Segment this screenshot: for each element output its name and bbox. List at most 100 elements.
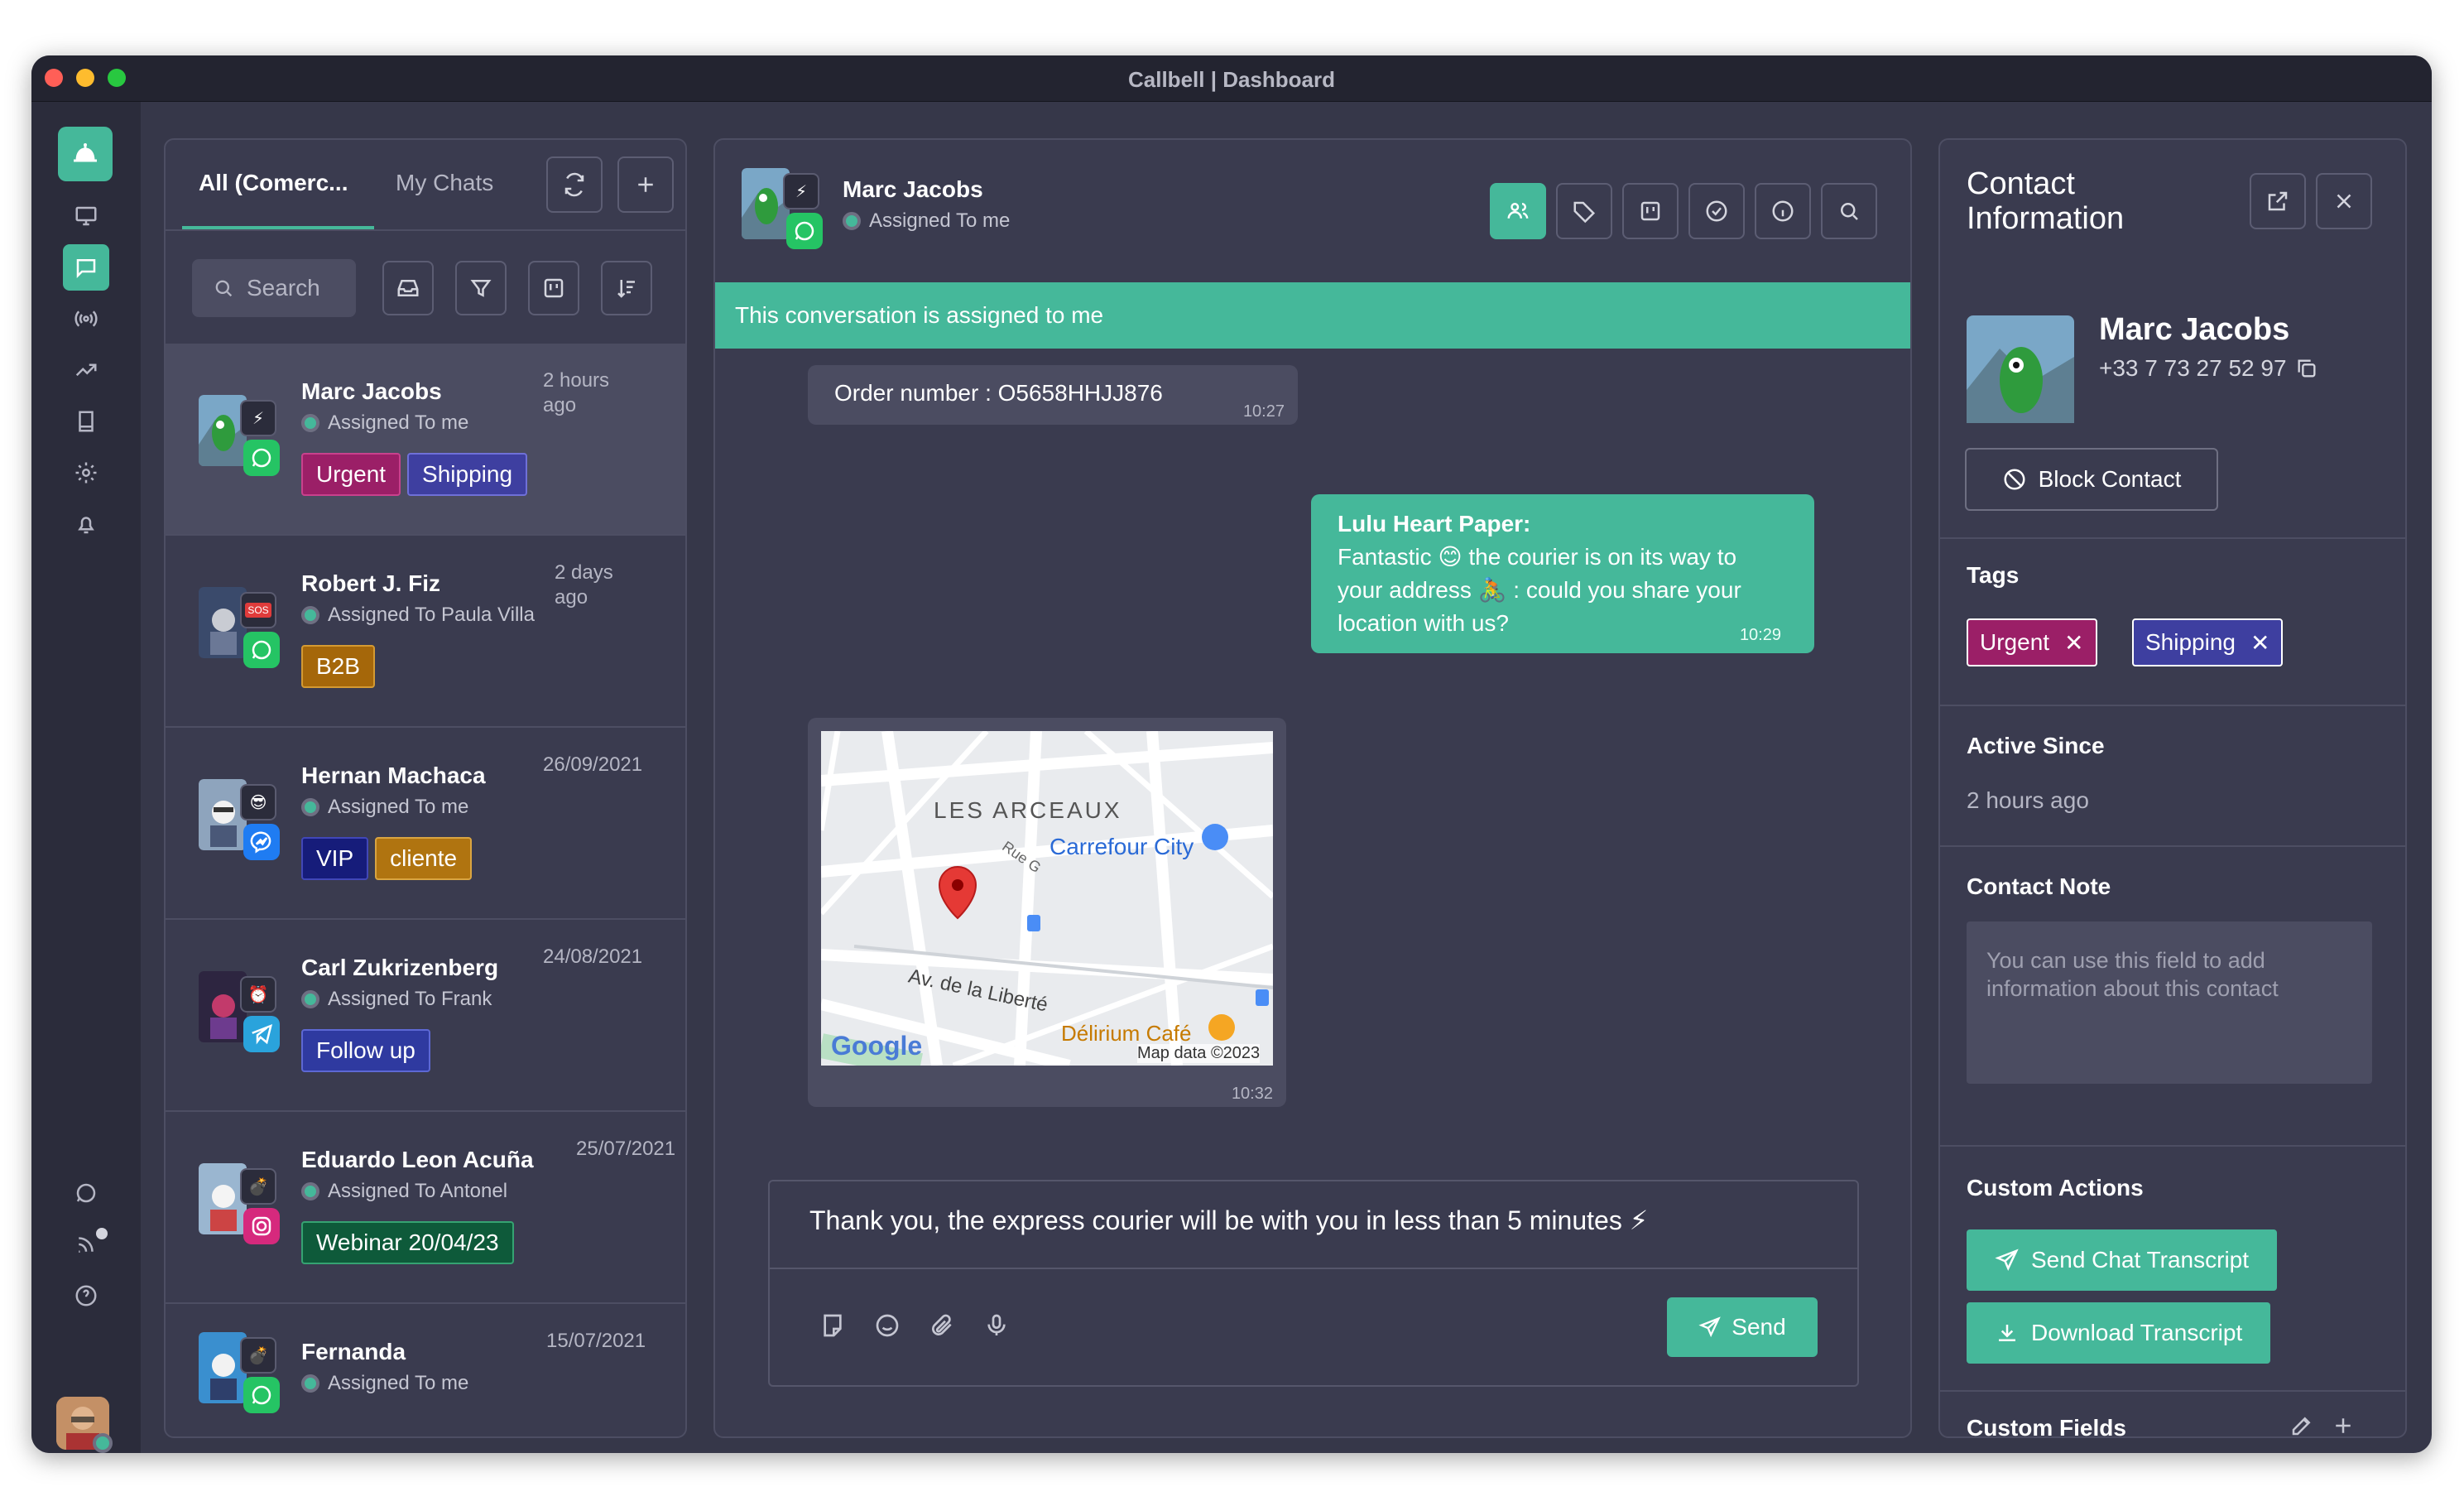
board-view-button[interactable] <box>528 261 579 315</box>
divider <box>1940 537 2405 539</box>
timestamp: 25/07/2021 <box>576 1138 676 1160</box>
message-author: Lulu Heart Paper: <box>1338 511 1531 536</box>
user-avatar[interactable] <box>56 1397 113 1453</box>
edit-icon[interactable] <box>2289 1413 2314 1436</box>
bolt-icon: ⚡ <box>240 400 276 436</box>
tag-icon <box>1573 201 1596 224</box>
tab-my-chats[interactable]: My Chats <box>396 170 493 196</box>
search-input[interactable]: Search <box>192 259 356 317</box>
list-item[interactable]: 😎 Hernan Machaca Assigned To me 26/09/20… <box>166 728 685 920</box>
book-icon[interactable] <box>63 398 109 445</box>
send-chat-transcript-button[interactable]: Send Chat Transcript <box>1967 1229 2278 1291</box>
search-icon <box>1841 203 1858 220</box>
copy-icon[interactable] <box>2295 357 2318 380</box>
message-input[interactable]: Thank you, the express courier will be w… <box>809 1205 1648 1236</box>
contact-note-field[interactable]: You can use this field to add informatio… <box>1967 921 2372 1084</box>
new-chat-button[interactable] <box>617 156 674 213</box>
assignment: Assigned To Antonella <box>301 1180 508 1203</box>
whatsapp-icon <box>243 632 280 668</box>
send-button[interactable]: Send <box>1667 1297 1818 1357</box>
message-line: Fantastic 😊 the courier is on its way to <box>1338 544 1737 570</box>
map-credit: Map data ©2023 <box>1137 1044 1261 1063</box>
tag-badge: Urgent <box>301 453 401 496</box>
block-contact-button[interactable]: Block Contact <box>1965 448 2218 511</box>
note-icon[interactable] <box>819 1312 846 1339</box>
status-dot <box>301 1182 319 1200</box>
section-title: Active Since <box>1967 733 2105 758</box>
sunglasses-emoji-icon: 😎 <box>240 784 276 820</box>
status-dot <box>843 212 861 230</box>
list-item[interactable]: SOS Robert J. Fiz Assigned To Paula Vill… <box>166 536 685 728</box>
timestamp: 2 hours ago <box>543 369 610 416</box>
location-message[interactable]: LES ARCEAUX Carrefour City Rue G Av. de … <box>808 718 1286 1107</box>
list-item[interactable]: ⚡ Marc Jacobs Assigned To me 2 hours ago… <box>166 344 685 536</box>
message-composer[interactable]: Thank you, the express courier will be w… <box>768 1180 1859 1387</box>
info-button[interactable] <box>1755 183 1811 239</box>
sort-icon <box>617 280 635 298</box>
emoji-icon[interactable] <box>874 1312 901 1339</box>
bell-logo-icon[interactable] <box>58 127 113 181</box>
app-window: Callbell | Dashboard All (Comerc... My C… <box>31 55 2432 1453</box>
bomb-icon: 💣 <box>240 1168 276 1205</box>
refresh-icon <box>564 172 584 197</box>
inbox-filter-button[interactable] <box>382 261 434 315</box>
open-external-button[interactable] <box>2250 173 2306 229</box>
divider <box>1940 1145 2405 1147</box>
tag-chip: Shipping ✕ <box>2132 618 2284 666</box>
rss-icon[interactable] <box>63 1221 109 1268</box>
chat-icon[interactable] <box>63 244 109 291</box>
tag-chip: Urgent ✕ <box>1967 618 2097 666</box>
search-chat-button[interactable] <box>1821 183 1877 239</box>
help-icon[interactable] <box>63 1273 109 1319</box>
assign-users-button[interactable] <box>1490 183 1546 239</box>
status-dot <box>301 1374 319 1393</box>
whatsapp-icon <box>786 213 823 249</box>
plus-icon[interactable] <box>2331 1413 2356 1436</box>
download-transcript-button[interactable]: Download Transcript <box>1967 1302 2271 1364</box>
bomb-icon: 💣 <box>240 1337 276 1374</box>
broadcast-icon[interactable] <box>63 296 109 342</box>
message-text: Order number : O5658HHJJ876 <box>834 380 1163 406</box>
filter-button[interactable] <box>455 261 507 315</box>
list-item[interactable]: 💣 Eduardo Leon Acuña Assigned To Antonel… <box>166 1112 685 1304</box>
tag-button[interactable] <box>1556 183 1612 239</box>
external-link-icon <box>2268 191 2288 211</box>
refresh-button[interactable] <box>546 156 603 213</box>
bell-icon[interactable] <box>63 501 109 547</box>
map-preview[interactable]: LES ARCEAUX Carrefour City Rue G Av. de … <box>821 731 1273 1066</box>
chat-header: ⚡ Marc Jacobs Assigned To me <box>715 140 1910 282</box>
contact-name: Carl Zukrizenberg <box>301 955 499 980</box>
timestamp: 26/09/2021 <box>543 753 643 776</box>
monitor-icon[interactable] <box>63 193 109 239</box>
contact-info-panel: Contact Information Marc Jacobs +33 7 73… <box>1938 138 2407 1438</box>
contact-name: Hernan Machaca <box>301 763 486 788</box>
window-title: Callbell | Dashboard <box>1128 67 1335 92</box>
resolve-button[interactable] <box>1688 183 1745 239</box>
list-item[interactable]: ⏰ Carl Zukrizenberg Assigned To Frank 24… <box>166 920 685 1112</box>
avatar: 💣 <box>199 1332 286 1420</box>
filter-icon <box>470 280 492 297</box>
microphone-icon[interactable] <box>983 1312 1010 1339</box>
assignment: Assigned To me <box>301 411 550 435</box>
close-panel-button[interactable] <box>2316 173 2372 229</box>
tab-all[interactable]: All (Comerc... <box>199 170 348 196</box>
trend-icon[interactable] <box>63 347 109 393</box>
section-title: Custom Fields <box>1967 1415 2126 1438</box>
block-icon <box>2004 469 2025 490</box>
divider <box>1940 705 2405 706</box>
remove-tag-icon[interactable]: ✕ <box>2250 629 2269 657</box>
whatsapp-icon[interactable] <box>63 1170 109 1216</box>
attachment-icon[interactable] <box>929 1312 955 1339</box>
tag-badge: Webinar 20/04/23 <box>301 1221 514 1264</box>
timestamp: 24/08/2021 <box>543 945 643 968</box>
gear-icon[interactable] <box>63 450 109 496</box>
board-button[interactable] <box>1622 183 1679 239</box>
remove-tag-icon[interactable]: ✕ <box>2064 629 2083 657</box>
kanban-icon <box>1640 201 1660 221</box>
assignment: Assigned To me <box>301 1372 550 1395</box>
section-title: Custom Actions <box>1967 1175 2144 1200</box>
tag-badge: VIP <box>301 837 369 880</box>
list-item[interactable]: 💣 Fernanda Assigned To me 15/07/2021 <box>166 1304 685 1436</box>
sort-button[interactable] <box>601 261 652 315</box>
tag-badge: cliente <box>375 837 473 880</box>
